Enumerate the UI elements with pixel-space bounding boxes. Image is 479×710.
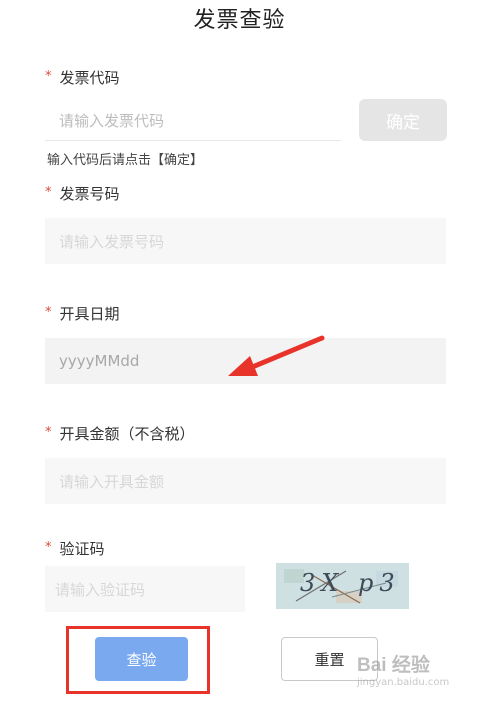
invoice-number-label: 发票号码 [59,185,120,203]
required-mark: * [45,425,52,440]
captcha-text: 3X p3 [300,569,401,597]
invoice-code-input[interactable]: 请输入发票代码 [45,100,341,141]
captcha-placeholder: 请输入验证码 [55,580,146,599]
invoice-code-underline [45,140,341,141]
invoice-code-hint: 输入代码后请点击【确定】 [47,153,204,168]
issue-date-label: 开具日期 [59,305,120,323]
invoice-number-placeholder: 请输入发票号码 [59,232,165,251]
invoice-number-label-row: * 发票号码 [45,183,120,204]
watermark-sub: jingyan.baidu.com [357,677,450,688]
baidu-jingyan-watermark: Bai 经验 jingyan.baidu.com [357,650,475,700]
issue-date-placeholder: yyyyMMdd [59,352,140,370]
amount-placeholder: 请输入开具金额 [59,472,165,491]
page-title: 发票查验 [193,8,286,33]
required-mark: * [45,185,52,200]
captcha-label: 验证码 [59,540,105,558]
required-mark: * [45,305,52,320]
invoice-code-label-row: * 发票代码 [45,67,120,88]
invoice-code-placeholder: 请输入发票代码 [59,111,165,130]
annotation-arrow-icon [228,335,325,376]
confirm-button[interactable]: 确定 [359,99,447,141]
issue-date-label-row: * 开具日期 [45,303,120,324]
amount-input[interactable]: 请输入开具金额 [45,458,446,504]
watermark-text: Bai 经验 [357,655,430,676]
captcha-image[interactable]: 3X p3 [276,563,409,609]
query-highlight-box [66,626,210,694]
required-mark: * [45,69,52,84]
required-mark: * [45,540,52,555]
captcha-input[interactable]: 请输入验证码 [45,566,245,612]
invoice-number-input[interactable]: 请输入发票号码 [45,218,446,264]
captcha-label-row: * 验证码 [45,538,105,559]
invoice-code-label: 发票代码 [59,69,120,87]
amount-label-row: * 开具金额（不含税） [45,423,195,444]
amount-label: 开具金额（不含税） [59,425,195,443]
